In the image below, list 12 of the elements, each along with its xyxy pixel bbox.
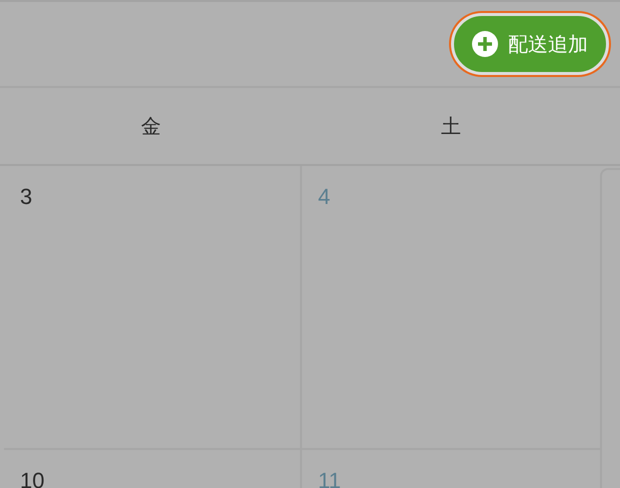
day-cell[interactable]: 10 (4, 450, 302, 488)
day-number: 3 (20, 184, 32, 209)
add-delivery-button[interactable]: 配送追加 (451, 13, 609, 75)
day-number: 4 (318, 184, 330, 209)
plus-icon (472, 31, 498, 57)
day-number: 10 (20, 468, 44, 488)
weekday-header: 土 (441, 113, 461, 140)
day-cell[interactable]: 4 (302, 166, 600, 450)
weekday-header: 金 (141, 113, 161, 140)
day-cell[interactable]: 3 (4, 166, 302, 450)
day-cell[interactable]: 11 (302, 450, 600, 488)
day-number: 11 (318, 468, 341, 488)
